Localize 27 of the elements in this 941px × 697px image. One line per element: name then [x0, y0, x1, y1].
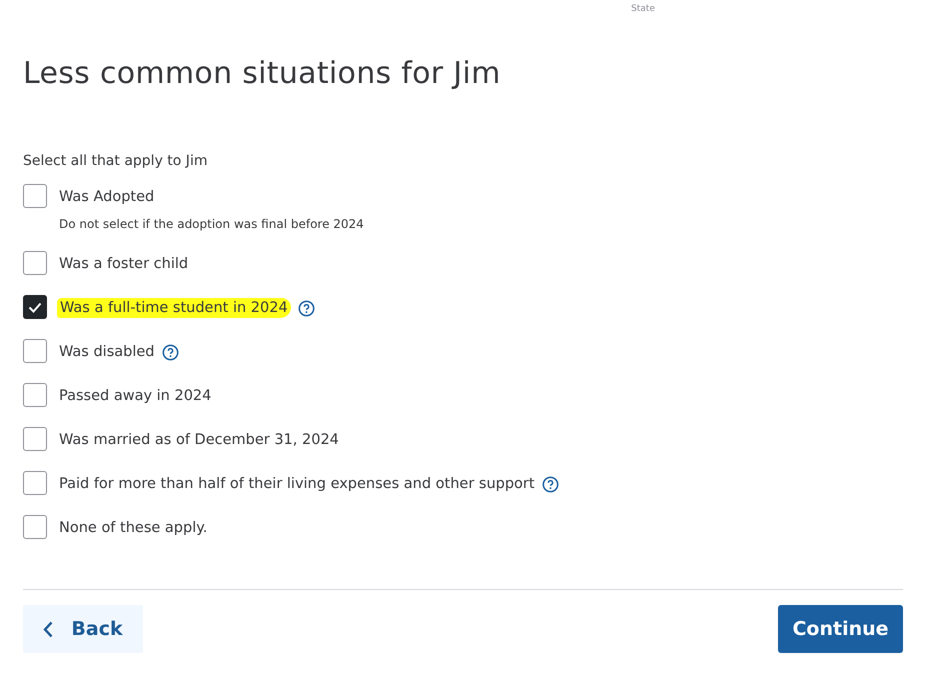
- help-icon[interactable]: [162, 344, 178, 360]
- checkbox[interactable]: [23, 339, 47, 363]
- checkbox[interactable]: [23, 184, 47, 208]
- checkbox[interactable]: [23, 471, 47, 495]
- option-label: Was a foster child: [59, 255, 188, 274]
- chevron-left-icon: [43, 620, 54, 638]
- option-label: Was Adopted: [59, 188, 154, 207]
- option-label: Was a full-time student in 2024: [57, 298, 291, 318]
- instruction-text: Select all that apply to Jim: [23, 153, 208, 169]
- step-label: State: [631, 5, 655, 14]
- continue-button[interactable]: Continue: [778, 605, 903, 653]
- option-label: None of these apply.: [59, 519, 208, 538]
- checkmark-icon: [28, 302, 42, 312]
- checkbox[interactable]: [23, 515, 47, 539]
- page-title: Less common situations for Jim: [23, 56, 502, 91]
- checkbox[interactable]: [23, 383, 47, 407]
- help-icon[interactable]: [542, 476, 559, 492]
- checkbox[interactable]: [23, 295, 47, 319]
- option-label: Paid for more than half of their living expenses and other support: [59, 475, 535, 494]
- option-label: Was married as of December 31, 2024: [59, 431, 339, 450]
- option-hint: Do not select if the adoption was final before 2024: [59, 217, 364, 231]
- option-label: Was disabled: [59, 343, 154, 362]
- option-label: Passed away in 2024: [59, 387, 212, 406]
- checkbox[interactable]: [23, 251, 47, 275]
- help-icon[interactable]: [298, 300, 315, 316]
- back-button[interactable]: Back: [23, 605, 143, 653]
- checkbox[interactable]: [23, 427, 47, 451]
